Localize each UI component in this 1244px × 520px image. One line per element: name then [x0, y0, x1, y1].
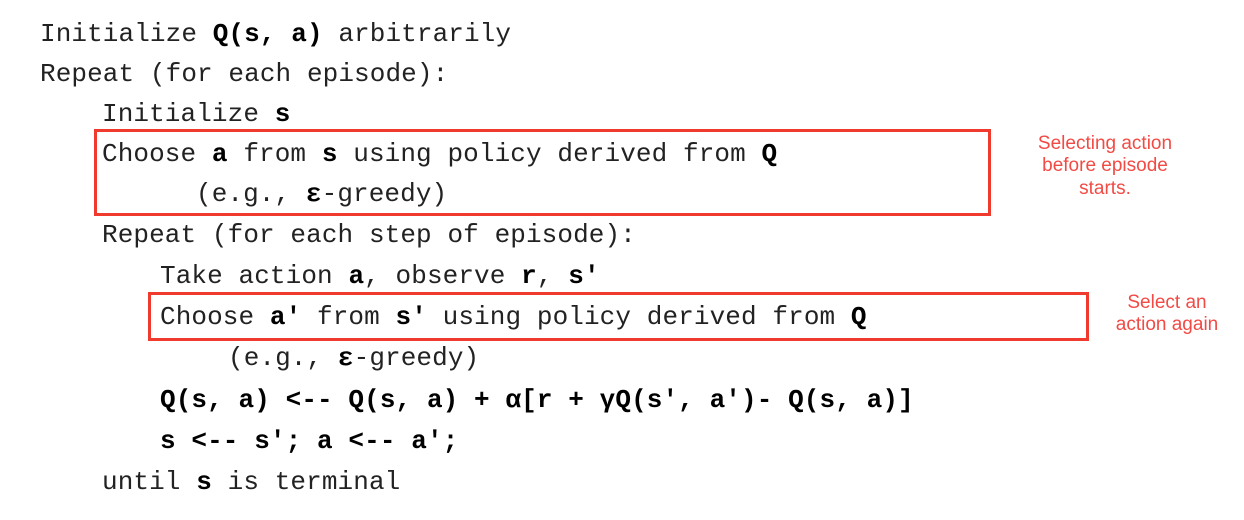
- text-token: Repeat (for each episode):: [40, 59, 449, 89]
- algorithm-line-take-action: Take action a, observe r, s': [160, 256, 600, 296]
- annotation-line: action again: [1115, 314, 1219, 336]
- text-token: arbitrarily: [322, 19, 512, 49]
- text-token: Repeat (for each step of episode):: [102, 220, 636, 250]
- text-token: Initialize: [102, 99, 275, 129]
- bold-token: ε: [337, 343, 354, 373]
- annotation-next-action: Select an action again: [1090, 292, 1244, 337]
- algorithm-line-update-rule: Q(s, a) <-- Q(s, a) + α[r + γQ(s', a')- …: [160, 380, 914, 420]
- bold-token: s <-- s'; a <-- a';: [160, 426, 459, 456]
- algorithm-line-repeat-episode: Repeat (for each episode):: [40, 54, 448, 94]
- algorithm-line-init-q: Initialize Q(s, a) arbitrarily: [40, 14, 511, 54]
- annotation-line: before episode: [1042, 155, 1168, 177]
- text-token: Take action: [160, 261, 349, 291]
- text-token: (e.g.,: [228, 343, 338, 373]
- highlight-box-initial-action: [94, 129, 991, 216]
- text-token: -greedy): [353, 343, 480, 373]
- text-token: , observe: [364, 261, 522, 291]
- text-token: until: [102, 467, 197, 497]
- bold-token: s: [274, 99, 291, 129]
- annotation-line: Selecting action: [1037, 133, 1173, 154]
- text-token: Initialize: [40, 19, 213, 49]
- annotation-line: Select an: [1127, 292, 1207, 313]
- algorithm-line-egreedy-2: (e.g., ε-greedy): [228, 338, 479, 378]
- annotation-line: starts.: [1079, 177, 1131, 199]
- algorithm-line-assign: s <-- s'; a <-- a';: [160, 421, 458, 461]
- bold-token: s: [196, 467, 212, 497]
- annotation-initial-action: Selecting action before episode starts.: [1000, 133, 1210, 200]
- text-token: ,: [536, 261, 569, 291]
- bold-token: Q(s, a) <-- Q(s, a) + α[r + γQ(s', a')- …: [160, 385, 914, 415]
- algorithm-line-init-s: Initialize s: [102, 94, 290, 134]
- bold-token: r: [521, 261, 537, 291]
- bold-token: s': [568, 261, 600, 291]
- bold-token: a: [348, 261, 365, 291]
- algorithm-line-until: until s is terminal: [102, 462, 400, 502]
- highlight-box-next-action: [148, 292, 1089, 341]
- algorithm-line-repeat-step: Repeat (for each step of episode):: [102, 215, 636, 255]
- bold-token: Q(s, a): [212, 19, 323, 49]
- text-token: is terminal: [211, 467, 401, 497]
